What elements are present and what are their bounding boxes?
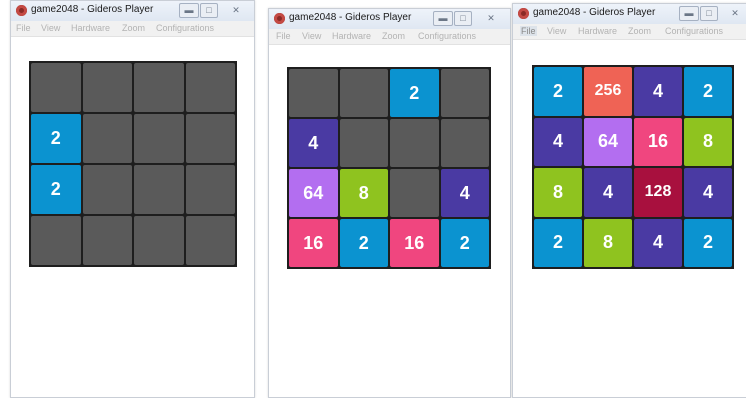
minimize-icon[interactable]: ▬ [433,11,453,26]
menu-hardware[interactable]: Hardware [71,23,110,33]
menu-configurations[interactable]: Configurations [418,31,476,41]
player-window-3: game2048 - Gideros Player ▬ □ ✕ File Vie… [512,3,746,398]
menu-bar: File View Hardware Zoom Configurations [513,24,746,40]
tile-2: 2 [534,67,582,116]
tile-64: 64 [584,117,632,166]
empty-tile [31,216,81,265]
tile-8: 8 [584,218,632,267]
menu-view[interactable]: View [547,26,566,36]
menu-view[interactable]: View [302,31,321,41]
minimize-icon[interactable]: ▬ [679,6,699,21]
gideros-app-icon [16,5,27,16]
tile-8: 8 [339,169,388,217]
tile-128: 128 [634,168,682,217]
tile-2: 2 [31,114,81,163]
menu-zoom[interactable]: Zoom [628,26,651,36]
tile-16: 16 [390,219,439,267]
tile-256: 256 [584,67,632,116]
tile-2: 2 [31,165,81,214]
game-board[interactable]: 2 4 64 8 4 16 2 16 2 [287,67,491,269]
empty-tile [390,119,439,167]
menu-zoom[interactable]: Zoom [122,23,145,33]
menu-configurations[interactable]: Configurations [665,26,723,36]
close-icon[interactable]: ✕ [725,6,745,21]
tile-4: 4 [584,168,632,217]
title-bar[interactable]: game2048 - Gideros Player ▬ □ ✕ [11,1,254,21]
minimize-icon[interactable]: ▬ [179,3,199,18]
empty-tile [82,216,132,265]
tile-2: 2 [684,67,732,116]
title-bar[interactable]: game2048 - Gideros Player ▬ □ ✕ [513,4,746,24]
empty-tile [134,216,184,265]
tile-4: 4 [534,117,582,166]
tile-8: 8 [534,168,582,217]
empty-tile [390,169,439,217]
close-icon[interactable]: ✕ [481,11,501,26]
maximize-icon[interactable]: □ [454,11,472,26]
maximize-icon[interactable]: □ [700,6,718,21]
gideros-app-icon [274,13,285,24]
menu-hardware[interactable]: Hardware [578,26,617,36]
menu-bar: File View Hardware Zoom Configurations [269,29,510,45]
tile-4: 4 [634,218,682,267]
game-board[interactable]: 22 [29,61,237,267]
tile-2: 2 [390,69,439,117]
empty-tile [134,114,184,163]
empty-tile [31,63,81,112]
empty-tile [82,114,132,163]
tile-2: 2 [440,219,489,267]
empty-tile [440,119,489,167]
empty-tile [289,69,338,117]
tile-4: 4 [634,67,682,116]
maximize-icon[interactable]: □ [200,3,218,18]
window-title: game2048 - Gideros Player [289,12,412,23]
tile-2: 2 [534,218,582,267]
empty-tile [185,114,235,163]
game-board[interactable]: 2 256 4 2 4 64 16 8 8 4 128 4 2 8 4 2 [532,65,734,269]
title-bar[interactable]: game2048 - Gideros Player ▬ □ ✕ [269,9,510,29]
gideros-app-icon [518,8,529,19]
tile-2: 2 [684,218,732,267]
menu-hardware[interactable]: Hardware [332,31,371,41]
menu-zoom[interactable]: Zoom [382,31,405,41]
empty-tile [185,165,235,214]
empty-tile [134,63,184,112]
tile-64: 64 [289,169,338,217]
empty-tile [82,63,132,112]
tile-16: 16 [634,117,682,166]
window-title: game2048 - Gideros Player [31,4,154,15]
player-window-1: game2048 - Gideros Player ▬ □ ✕ File Vie… [10,0,255,398]
tile-4: 4 [289,119,338,167]
menu-view[interactable]: View [41,23,60,33]
tile-2: 2 [339,219,388,267]
menu-file[interactable]: File [16,23,31,33]
player-window-2: game2048 - Gideros Player ▬ □ ✕ File Vie… [268,8,511,398]
empty-tile [339,119,388,167]
tile-4: 4 [440,169,489,217]
menu-file[interactable]: File [520,26,537,36]
window-title: game2048 - Gideros Player [533,7,656,18]
empty-tile [339,69,388,117]
menu-bar: File View Hardware Zoom Configurations [11,21,254,37]
empty-tile [440,69,489,117]
empty-tile [134,165,184,214]
empty-tile [185,63,235,112]
empty-tile [82,165,132,214]
close-icon[interactable]: ✕ [226,3,246,18]
menu-file[interactable]: File [276,31,291,41]
menu-configurations[interactable]: Configurations [156,23,214,33]
empty-tile [185,216,235,265]
tile-8: 8 [684,117,732,166]
tile-16: 16 [289,219,338,267]
tile-4: 4 [684,168,732,217]
